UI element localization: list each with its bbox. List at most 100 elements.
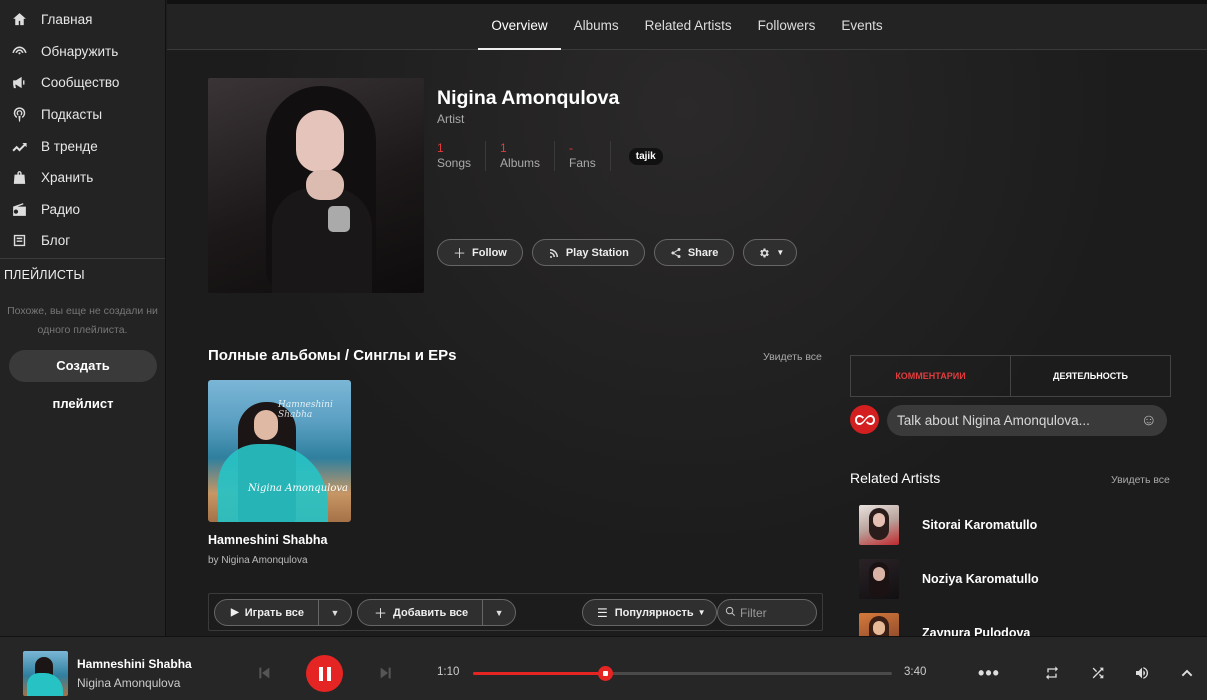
now-playing-cover[interactable] — [23, 651, 68, 696]
now-playing-artist[interactable]: Nigina Amonqulova — [77, 676, 180, 690]
related-artist-row[interactable]: Zaynura Pulodova — [859, 613, 1030, 636]
stat-caption: Songs — [437, 156, 472, 170]
sidebar-item-discover[interactable]: Обнаружить — [0, 36, 165, 68]
sidebar-item-radio[interactable]: Радио — [0, 194, 165, 226]
related-artist-row[interactable]: Noziya Karomatullo — [859, 559, 1039, 599]
sidebar-item-blog[interactable]: Блог — [0, 225, 165, 257]
sort-icon: ☰ — [597, 605, 608, 620]
share-icon — [670, 247, 682, 259]
avatar-face — [873, 567, 885, 581]
more-options-button[interactable]: ••• — [978, 663, 999, 683]
user-avatar — [850, 405, 879, 434]
blog-icon — [10, 232, 28, 250]
radio-icon — [10, 200, 28, 218]
comment-box[interactable]: ☺ — [887, 405, 1167, 436]
emoji-icon[interactable]: ☺ — [1141, 412, 1157, 430]
infinity-logo-icon — [854, 414, 875, 425]
artist-photo-hand — [306, 170, 344, 200]
pause-button[interactable] — [306, 655, 343, 692]
sidebar-item-trending[interactable]: В тренде — [0, 130, 165, 162]
sidebar: Главная Обнаружить Сообщество Подкасты В… — [0, 0, 166, 636]
tracks-toolbar: ▶ Играть все ▼ ＋ Добавить все ▼ ☰ Популя… — [208, 593, 823, 631]
plus-icon: ＋ — [374, 606, 388, 621]
stat-albums[interactable]: 1 Albums — [500, 141, 556, 171]
comments-tabs: КОММЕНТАРИИ ДЕЯТЕЛЬНОСТЬ — [850, 355, 1171, 397]
avatar-face — [873, 513, 885, 527]
chevron-down-icon: ▼ — [330, 607, 340, 618]
play-station-button[interactable]: Play Station — [531, 239, 645, 266]
progress-handle[interactable] — [597, 666, 613, 681]
stat-fans[interactable]: - Fans — [569, 141, 611, 171]
create-playlist-label[interactable]: плейлист — [0, 382, 166, 411]
shuffle-button[interactable] — [1088, 663, 1108, 683]
stat-caption: Fans — [569, 156, 596, 170]
megaphone-icon — [10, 74, 28, 92]
progress-fill — [473, 672, 605, 675]
sidebar-item-community[interactable]: Сообщество — [0, 67, 165, 99]
main-content: Nigina Amonqulova Artist 1 Songs 1 Album… — [167, 50, 1207, 636]
share-button[interactable]: Share — [653, 239, 735, 266]
now-playing-title[interactable]: Hamneshini Shabha — [77, 657, 192, 671]
repeat-button[interactable] — [1042, 663, 1062, 683]
play-all-button[interactable]: ▶ Играть все — [215, 600, 319, 625]
stat-songs[interactable]: 1 Songs — [437, 141, 487, 171]
albums-section-title: Полные альбомы / Синглы и EPs — [208, 347, 457, 364]
tab-albums[interactable]: Albums — [561, 4, 632, 50]
album-title[interactable]: Hamneshini Shabha — [208, 533, 327, 547]
add-all-label: Добавить все — [393, 606, 469, 619]
albums-see-all-link[interactable]: Увидеть все — [763, 351, 822, 363]
create-playlist-button[interactable]: Создать — [9, 349, 157, 382]
related-artist-name: Zaynura Pulodova — [922, 626, 1031, 636]
genre-tag[interactable]: tajik — [628, 148, 663, 165]
album-cover[interactable]: Hamneshini Shabha Nigina Amonqulova — [208, 380, 351, 522]
related-see-all-link[interactable]: Увидеть все — [1111, 474, 1170, 486]
sidebar-item-label: Хранить — [41, 170, 94, 186]
next-button[interactable] — [378, 665, 394, 681]
sort-dropdown[interactable]: ☰ Популярность ▼ — [582, 599, 717, 626]
play-all-dropdown[interactable]: ▼ — [319, 608, 351, 618]
tab-followers[interactable]: Followers — [745, 4, 829, 50]
comment-input[interactable] — [897, 413, 1141, 428]
sidebar-item-label: Обнаружить — [41, 43, 119, 59]
artist-name: Nigina Amonqulova — [437, 87, 620, 109]
tab-events[interactable]: Events — [828, 4, 895, 50]
filter-field[interactable] — [717, 599, 817, 626]
sidebar-item-label: Сообщество — [41, 75, 120, 91]
previous-button[interactable] — [256, 665, 272, 681]
album-artist[interactable]: by Nigina Amonqulova — [208, 555, 308, 566]
top-tab-bar: Overview Albums Related Artists Follower… — [167, 0, 1207, 50]
gear-icon — [758, 247, 770, 259]
sidebar-item-home[interactable]: Главная — [0, 4, 165, 36]
play-station-label: Play Station — [565, 246, 629, 259]
volume-button[interactable] — [1132, 663, 1152, 683]
sidebar-item-label: Главная — [41, 12, 93, 28]
app-root: Главная Обнаружить Сообщество Подкасты В… — [0, 0, 1207, 700]
sidebar-item-podcasts[interactable]: Подкасты — [0, 99, 165, 131]
album-cover-face — [254, 410, 278, 440]
related-artist-row[interactable]: Sitorai Karomatullo — [859, 505, 1037, 545]
add-all-dropdown[interactable]: ▼ — [483, 608, 515, 618]
tab-related-artists[interactable]: Related Artists — [632, 4, 745, 50]
podcast-icon — [10, 106, 28, 124]
expand-player-button[interactable] — [1177, 663, 1197, 683]
related-artist-name: Noziya Karomatullo — [922, 572, 1039, 586]
repeat-icon — [1046, 666, 1058, 680]
tab-comments[interactable]: КОММЕНТАРИИ — [851, 356, 1011, 396]
sidebar-item-label: Подкасты — [41, 107, 103, 123]
tab-overview[interactable]: Overview — [478, 4, 561, 50]
filter-input[interactable] — [740, 605, 810, 620]
artist-photo-face — [296, 110, 344, 172]
artist-photo — [208, 78, 424, 293]
follow-button[interactable]: ＋ Follow — [437, 239, 523, 266]
add-all-button[interactable]: ＋ Добавить все — [358, 600, 484, 625]
related-artist-avatar — [859, 505, 899, 545]
home-icon — [10, 11, 28, 29]
progress-bar[interactable] — [473, 666, 892, 681]
sidebar-item-store[interactable]: Хранить — [0, 162, 165, 194]
stat-number: 1 — [437, 141, 444, 155]
settings-dropdown-button[interactable]: ▼ — [743, 239, 798, 266]
discover-icon — [10, 42, 28, 60]
share-label: Share — [687, 246, 719, 259]
tab-activity[interactable]: ДЕЯТЕЛЬНОСТЬ — [1011, 356, 1170, 396]
pause-icon — [318, 666, 331, 681]
